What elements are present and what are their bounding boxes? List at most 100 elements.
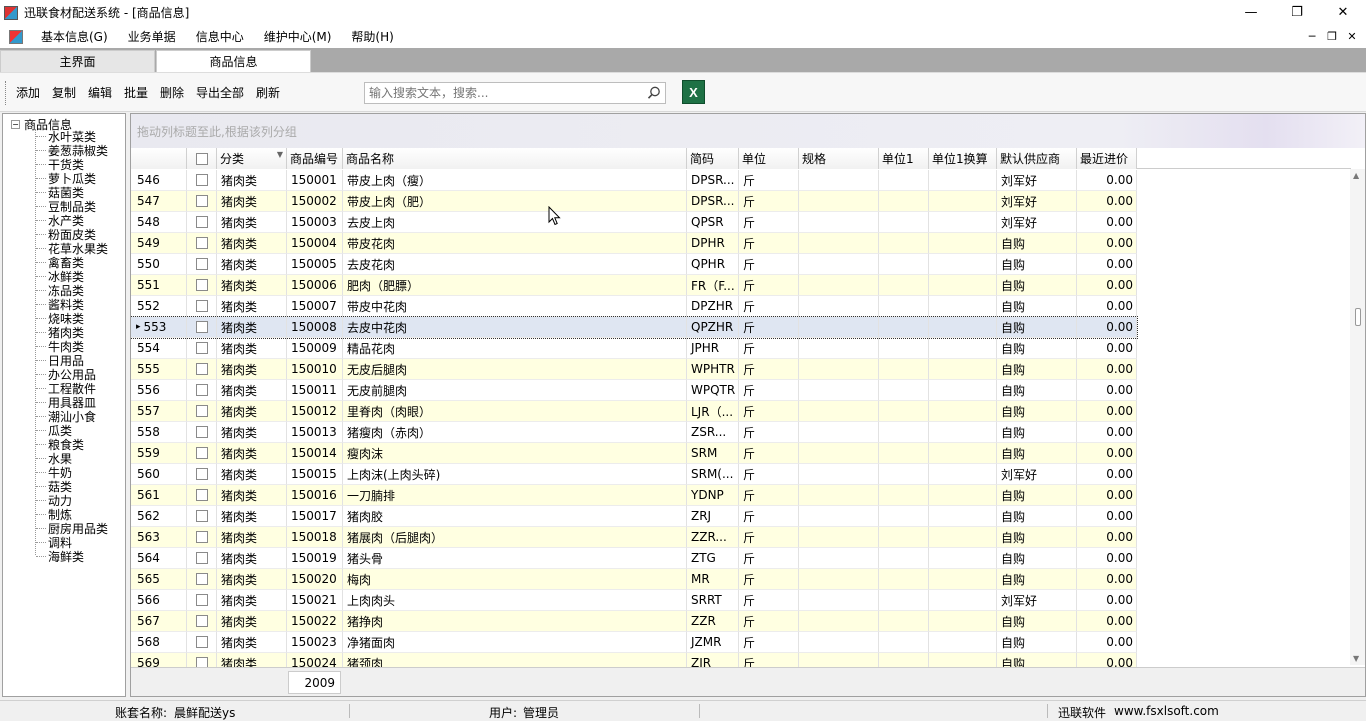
copy-button[interactable]: 复制 bbox=[52, 84, 76, 101]
restore-button[interactable]: ❐ bbox=[1274, 0, 1320, 25]
vertical-scrollbar[interactable]: ▲ ▼ bbox=[1350, 169, 1365, 665]
table-row[interactable]: 564 猪肉类 150019 猪头骨 ZTG 斤 自购 0.00 bbox=[131, 548, 1137, 569]
row-checkbox[interactable] bbox=[187, 359, 217, 380]
refresh-button[interactable]: 刷新 bbox=[256, 84, 280, 101]
excel-icon[interactable]: X bbox=[682, 80, 705, 104]
batch-button[interactable]: 批量 bbox=[124, 84, 148, 101]
mdi-close-button[interactable]: ✕ bbox=[1342, 30, 1362, 43]
filter-icon[interactable]: ▼ bbox=[277, 150, 283, 159]
column-header-name[interactable]: 商品名称 bbox=[343, 148, 687, 169]
checkbox-icon[interactable] bbox=[195, 405, 208, 417]
row-checkbox[interactable] bbox=[187, 275, 217, 296]
row-checkbox[interactable] bbox=[187, 527, 217, 548]
checkbox-icon[interactable] bbox=[195, 216, 208, 228]
row-checkbox[interactable] bbox=[187, 443, 217, 464]
table-row[interactable]: 556 猪肉类 150011 无皮前腿肉 WPQTR 斤 自购 0.00 bbox=[131, 380, 1137, 401]
column-header-category[interactable]: 分类 ▼ bbox=[217, 148, 287, 169]
row-checkbox[interactable] bbox=[187, 506, 217, 527]
menu-help[interactable]: 帮助(H) bbox=[341, 28, 403, 45]
row-checkbox[interactable] bbox=[187, 422, 217, 443]
edit-button[interactable]: 编辑 bbox=[88, 84, 112, 101]
table-row[interactable]: 552 猪肉类 150007 带皮中花肉 DPZHR 斤 自购 0.00 bbox=[131, 296, 1137, 317]
column-header-short-code[interactable]: 简码 bbox=[687, 148, 739, 169]
checkbox-icon[interactable] bbox=[195, 279, 208, 291]
checkbox-icon[interactable] bbox=[195, 174, 208, 186]
menu-business-docs[interactable]: 业务单据 bbox=[118, 28, 186, 45]
checkbox-icon[interactable] bbox=[195, 552, 208, 564]
search-icon[interactable] bbox=[646, 85, 662, 101]
table-row[interactable]: 568 猪肉类 150023 净猪面肉 JZMR 斤 自购 0.00 bbox=[131, 632, 1137, 653]
checkbox-icon[interactable] bbox=[195, 594, 208, 606]
row-checkbox[interactable] bbox=[187, 233, 217, 254]
scroll-thumb[interactable] bbox=[1355, 308, 1361, 326]
row-checkbox[interactable] bbox=[187, 212, 217, 233]
table-row[interactable]: 555 猪肉类 150010 无皮后腿肉 WPHTR 斤 自购 0.00 bbox=[131, 359, 1137, 380]
mdi-minimize-button[interactable]: ─ bbox=[1302, 30, 1322, 43]
table-row[interactable]: 560 猪肉类 150015 上肉沫(上肉头碎) SRM(... 斤 刘军好 0.00 bbox=[131, 464, 1137, 485]
column-header-last-price[interactable]: 最近进价 bbox=[1077, 148, 1137, 169]
row-checkbox[interactable] bbox=[187, 401, 217, 422]
row-checkbox[interactable] bbox=[187, 317, 217, 338]
row-checkbox[interactable] bbox=[187, 191, 217, 212]
table-row[interactable]: 546 猪肉类 150001 带皮上肉（瘦） DPSR... 斤 刘军好 0.00 bbox=[131, 170, 1137, 191]
checkbox-icon[interactable] bbox=[195, 342, 208, 354]
checkbox-icon[interactable] bbox=[195, 384, 208, 396]
column-header-spec[interactable]: 规格 bbox=[799, 148, 879, 169]
table-row[interactable]: 548 猪肉类 150003 去皮上肉 QPSR 斤 刘军好 0.00 bbox=[131, 212, 1137, 233]
row-checkbox[interactable] bbox=[187, 632, 217, 653]
checkbox-icon[interactable] bbox=[195, 615, 208, 627]
checkbox-icon[interactable] bbox=[195, 447, 208, 459]
export-all-button[interactable]: 导出全部 bbox=[196, 84, 244, 101]
mdi-restore-button[interactable]: ❐ bbox=[1322, 30, 1342, 43]
table-row[interactable]: 566 猪肉类 150021 上肉肉头 SRRT 斤 刘军好 0.00 bbox=[131, 590, 1137, 611]
table-row[interactable]: 557 猪肉类 150012 里脊肉（肉眼） LJR（... 斤 自购 0.00 bbox=[131, 401, 1137, 422]
table-row[interactable]: 558 猪肉类 150013 猪瘦肉（赤肉） ZSR... 斤 自购 0.00 bbox=[131, 422, 1137, 443]
row-checkbox[interactable] bbox=[187, 548, 217, 569]
checkbox-icon[interactable] bbox=[195, 426, 208, 438]
table-row[interactable]: 561 猪肉类 150016 一刀腩排 YDNP 斤 自购 0.00 bbox=[131, 485, 1137, 506]
checkbox-icon[interactable] bbox=[195, 195, 208, 207]
checkbox-icon[interactable] bbox=[195, 321, 208, 333]
row-checkbox[interactable] bbox=[187, 485, 217, 506]
table-row[interactable]: 563 猪肉类 150018 猪展肉（后腿肉） ZZR... 斤 自购 0.00 bbox=[131, 527, 1137, 548]
checkbox-icon[interactable] bbox=[195, 363, 208, 375]
row-checkbox[interactable] bbox=[187, 296, 217, 317]
column-header-supplier[interactable]: 默认供应商 bbox=[997, 148, 1077, 169]
column-header-unit1[interactable]: 单位1 bbox=[879, 148, 929, 169]
menu-maintenance[interactable]: 维护中心(M) bbox=[254, 28, 342, 45]
checkbox-icon[interactable] bbox=[195, 573, 208, 585]
delete-button[interactable]: 删除 bbox=[160, 84, 184, 101]
table-row[interactable]: 549 猪肉类 150004 带皮花肉 DPHR 斤 自购 0.00 bbox=[131, 233, 1137, 254]
row-checkbox[interactable] bbox=[187, 170, 217, 191]
company-website[interactable]: www.fsxlsoft.com bbox=[1114, 704, 1219, 718]
scroll-up-icon[interactable]: ▲ bbox=[1353, 171, 1359, 180]
scroll-down-icon[interactable]: ▼ bbox=[1353, 654, 1359, 663]
table-row[interactable]: 562 猪肉类 150017 猪肉胶 ZRJ 斤 自购 0.00 bbox=[131, 506, 1137, 527]
checkbox-icon[interactable] bbox=[195, 636, 208, 648]
row-checkbox[interactable] bbox=[187, 254, 217, 275]
table-row[interactable]: 550 猪肉类 150005 去皮花肉 QPHR 斤 自购 0.00 bbox=[131, 254, 1137, 275]
row-checkbox[interactable] bbox=[187, 338, 217, 359]
checkbox-icon[interactable] bbox=[195, 531, 208, 543]
checkbox-icon[interactable] bbox=[195, 300, 208, 312]
collapse-icon[interactable]: − bbox=[11, 120, 20, 129]
table-row[interactable]: 551 猪肉类 150006 肥肉（肥膘） FR（F... 斤 自购 0.00 bbox=[131, 275, 1137, 296]
menu-info-center[interactable]: 信息中心 bbox=[186, 28, 254, 45]
checkbox-icon[interactable] bbox=[195, 489, 208, 501]
row-checkbox[interactable] bbox=[187, 464, 217, 485]
column-header-unit[interactable]: 单位 bbox=[739, 148, 799, 169]
table-row[interactable]: 567 猪肉类 150022 猪挣肉 ZZR 斤 自购 0.00 bbox=[131, 611, 1137, 632]
close-button[interactable]: ✕ bbox=[1320, 0, 1366, 25]
checkbox-icon[interactable] bbox=[195, 152, 208, 165]
checkbox-icon[interactable] bbox=[195, 468, 208, 480]
row-checkbox[interactable] bbox=[187, 611, 217, 632]
column-header-unit1-conv[interactable]: 单位1换算 bbox=[929, 148, 997, 169]
row-checkbox[interactable] bbox=[187, 590, 217, 611]
group-by-panel[interactable]: 拖动列标题至此,根据该列分组 bbox=[131, 114, 1365, 148]
search-input[interactable] bbox=[365, 83, 641, 103]
table-row[interactable]: 559 猪肉类 150014 瘦肉沫 SRM 斤 自购 0.00 bbox=[131, 443, 1137, 464]
tab-main[interactable]: 主界面 bbox=[0, 50, 155, 72]
toolbar-grip[interactable] bbox=[5, 81, 7, 105]
menu-basic-info[interactable]: 基本信息(G) bbox=[31, 28, 118, 45]
row-checkbox[interactable] bbox=[187, 380, 217, 401]
